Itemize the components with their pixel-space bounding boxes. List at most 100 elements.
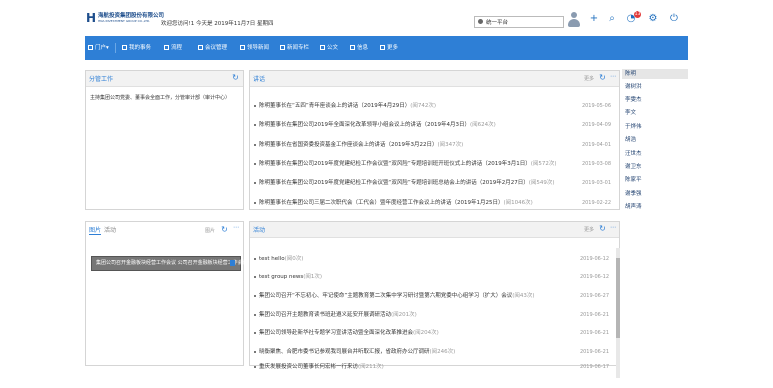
news-image[interactable]: 集团公司召开金融板块经营工作会议 公司召开金融板块经营工作会议 <box>91 256 248 271</box>
refresh-icon[interactable]: ↻ <box>231 73 240 82</box>
platform-label: 统一平台 <box>486 20 509 26</box>
list-item[interactable]: 集团公司领导赴新华社专题学习宣讲活动暨全面深化改革推进会(阅204次) <box>254 329 574 337</box>
item-date: 2019-03-01 <box>581 180 611 186</box>
refresh-icon[interactable]: ↻ <box>598 73 607 82</box>
list-item[interactable]: 陈明董事长在省国资委投资基金工作座谈会上的讲话（2019年3月22日）(阅347… <box>254 141 574 149</box>
power-icon[interactable]: ⏻ <box>667 12 681 26</box>
item-date: 2019-05-06 <box>581 103 611 109</box>
bullet-icon <box>254 123 256 126</box>
logo-subtitle: HNA INVESTMENT GROUP CO.,LTD. <box>98 19 151 23</box>
item-title: 集团公司领导赴新华社专题学习宣讲活动暨全面深化改革推进会 <box>259 330 414 336</box>
panel-header: 分管工作 ↻ <box>86 71 243 87</box>
list-item[interactable]: 陈明董事长在集团公司三届二次职代会（工代会）暨年度经营工作会议上的讲话（2019… <box>254 199 574 207</box>
item-date: 2019-06-12 <box>579 256 609 262</box>
item-hits: (阅0次) <box>284 256 304 262</box>
document-icon <box>320 45 325 50</box>
settings-icon[interactable]: ⚙ <box>646 12 660 26</box>
list-item[interactable]: 集团公司召开主题教育读书班赴遵义延安开展调研活动(阅201次) <box>254 311 574 319</box>
nav-portal[interactable]: 门户▾ <box>88 36 109 60</box>
bullet-icon <box>254 275 256 278</box>
item-hits: (阅549次) <box>528 180 555 186</box>
nav-label: 我的事务 <box>129 45 152 51</box>
add-icon[interactable]: + <box>587 12 601 26</box>
activity-scrollbar[interactable] <box>616 248 620 378</box>
image-caption: 集团公司召开金融板块经营工作会议 公司召开金融板块经营工作会议 <box>96 260 248 266</box>
refresh-icon[interactable]: ↻ <box>598 224 607 233</box>
nav-process[interactable]: 流程 <box>164 36 182 60</box>
nav-label: 新闻专栏 <box>287 45 310 51</box>
item-hits: (阅246次) <box>429 349 456 355</box>
more-options-icon[interactable]: ⋯ <box>610 224 616 231</box>
nav-info[interactable]: 信息 <box>350 36 368 60</box>
scrollbar-thumb[interactable] <box>616 258 620 338</box>
nav-my-affairs[interactable]: 我的事务 <box>122 36 151 60</box>
item-date: 2019-06-21 <box>579 330 609 336</box>
panel-title: 分管工作 <box>89 76 114 83</box>
list-item[interactable]: test group news(阅1次) <box>254 273 574 281</box>
work-panel: 分管工作 ↻ 主持集团公司党委、董事会全面工作，分管审计部（审计中心） <box>85 70 244 210</box>
panel-header: 讲话 更多 ↻ ⋯ <box>250 71 619 87</box>
item-title: test group news <box>259 274 304 280</box>
news-icon <box>240 45 245 50</box>
nav-label: 领导新闻 <box>247 45 270 51</box>
bullet-icon <box>254 331 256 334</box>
item-title: 陈明董事长在“五四”青年座谈会上的讲话（2019年4月29日） <box>259 103 411 109</box>
leader-item[interactable]: 谢卫东 <box>622 162 688 172</box>
avatar-body <box>568 19 580 27</box>
company-logo[interactable]: H 海航投资集团股份有限公司 HNA INVESTMENT GROUP CO.,… <box>86 11 164 25</box>
nav-label: 会议管理 <box>205 45 228 51</box>
item-title: 集团公司召开“不忘初心、牢记使命”主题教育第二次集中学习研讨暨第六期党委中心组学… <box>259 293 513 299</box>
bullet-icon <box>254 143 256 146</box>
item-hits: (阅1次) <box>303 274 323 280</box>
leader-item[interactable]: 于烨伟 <box>622 122 688 132</box>
more-options-icon[interactable]: ⋯ <box>610 73 616 80</box>
search-icon[interactable]: ⌕ <box>605 12 619 26</box>
tab-activities[interactable]: 活动 <box>104 225 116 234</box>
list-item[interactable]: 陈明董事长在集团公司2019年度党建纪检工作会议暨“双风险”专题培训班开班仪式上… <box>254 160 574 168</box>
leader-item[interactable]: 陈明 <box>622 69 688 79</box>
leader-item[interactable]: 胡浩 <box>622 135 688 145</box>
nav-documents[interactable]: 公文 <box>320 36 338 60</box>
user-avatar[interactable] <box>567 12 581 28</box>
leader-item[interactable]: 汪世杰 <box>622 149 688 159</box>
nav-label: 信息 <box>357 45 369 51</box>
list-item[interactable]: 重庆发展投资公司董事长何宏彬一行来访(阅211次) <box>254 363 574 371</box>
refresh-icon[interactable]: ↻ <box>220 225 229 234</box>
tab-images[interactable]: 图片 <box>89 225 102 235</box>
item-date: 2019-03-08 <box>581 161 611 167</box>
item-date: 2019-06-21 <box>579 349 609 355</box>
item-date: 2019-06-27 <box>579 293 609 299</box>
list-item[interactable]: 陈明董事长在集团公司2019年全面深化改革领导小组会议上的讲话（2019年4月3… <box>254 121 574 129</box>
item-title: test hello <box>259 256 285 262</box>
nav-meeting[interactable]: 会议管理 <box>198 36 227 60</box>
list-item[interactable]: 陈明董事长在集团公司2019年度党建纪检工作会议暨“双风险”专题培训班总结会上的… <box>254 179 574 187</box>
welcome-greeting: 欢迎您访问!1 今天是 2019年11月7日 星期四 <box>161 21 274 27</box>
item-hits: (阅347次) <box>437 142 464 148</box>
platform-switch[interactable]: 统一平台 <box>474 16 564 28</box>
panel-title: 讲话 <box>253 76 266 83</box>
column-icon <box>280 45 285 50</box>
nav-more[interactable]: 更多 <box>380 36 398 60</box>
leader-item[interactable]: 李文 <box>622 108 688 118</box>
leader-item[interactable]: 陈家平 <box>622 175 688 185</box>
speech-panel: 讲话 更多 ↻ ⋯ 陈明董事长在“五四”青年座谈会上的讲话（2019年4月29日… <box>249 70 620 210</box>
notification-badge: 13 <box>634 11 641 18</box>
leader-item[interactable]: 胡声涛 <box>622 202 688 212</box>
more-link[interactable]: 更多 <box>584 226 594 233</box>
item-title: 陈明董事长在集团公司2019年度党建纪检工作会议暨“双风险”专题培训班总结会上的… <box>259 180 529 186</box>
nav-leader-news[interactable]: 领导新闻 <box>240 36 269 60</box>
leader-item[interactable]: 李雯杰 <box>622 95 688 105</box>
list-item[interactable]: 陈明董事长在“五四”青年座谈会上的讲话（2019年4月29日）(阅742次) <box>254 102 574 110</box>
item-hits: (阅204次) <box>413 330 439 336</box>
list-item[interactable]: 集团公司召开“不忘初心、牢记使命”主题教育第二次集中学习研讨暨第六期党委中心组学… <box>254 292 574 300</box>
item-title: 陈明董事长在集团公司2019年全面深化改革领导小组会议上的讲话（2019年4月3… <box>259 122 470 128</box>
leader-item[interactable]: 谢树洪 <box>622 82 688 92</box>
nav-news-column[interactable]: 新闻专栏 <box>280 36 309 60</box>
leader-item[interactable]: 谢季强 <box>622 189 688 199</box>
more-link[interactable]: 更多 <box>584 75 594 82</box>
list-item[interactable]: test hello(阅0次) <box>254 255 574 263</box>
bullet-icon <box>254 365 256 368</box>
list-item[interactable]: 晓衡聚焦、合肥市委书记参观我司展台并听取汇报，省政府办公厅调研(阅246次) <box>254 348 574 356</box>
more-options-icon[interactable]: ⋯ <box>233 224 239 231</box>
more-link[interactable]: 图片 <box>205 227 215 234</box>
